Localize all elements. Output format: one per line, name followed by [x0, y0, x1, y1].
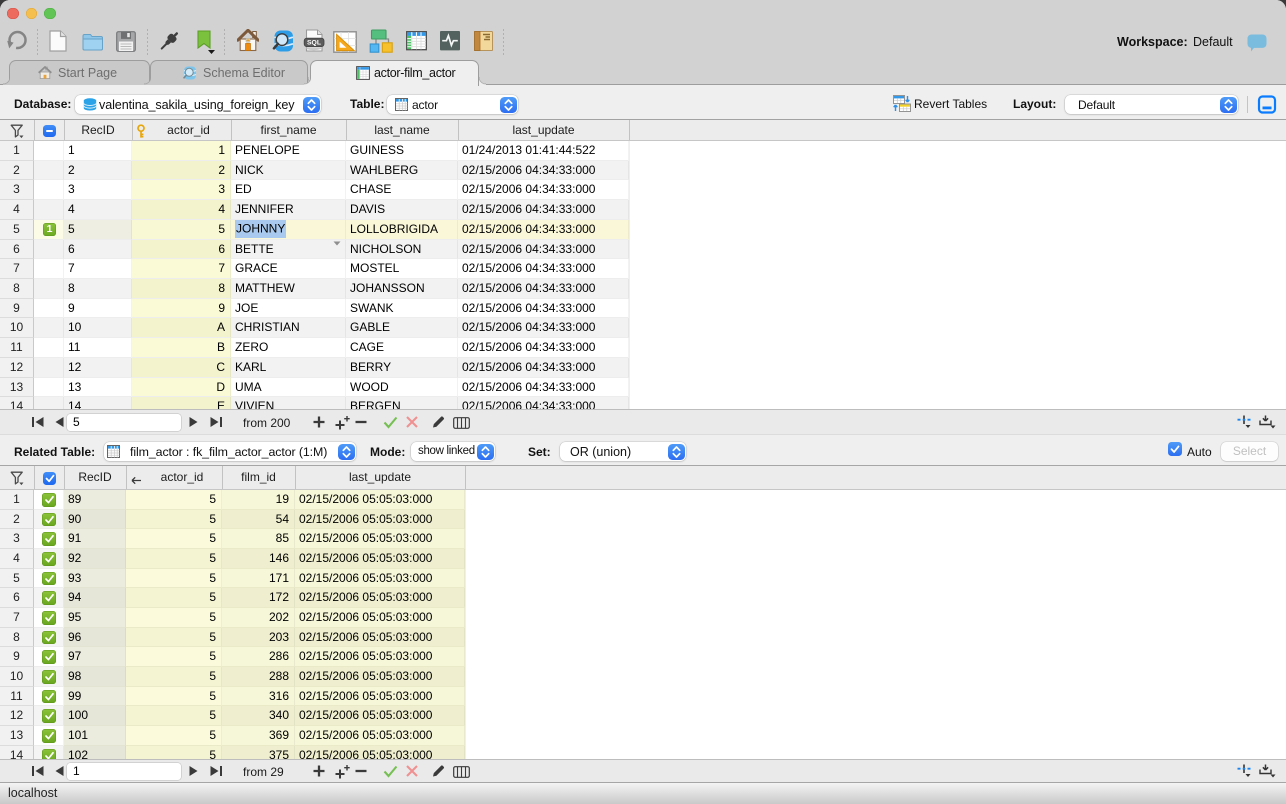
svg-text:SQL: SQL: [307, 40, 321, 47]
